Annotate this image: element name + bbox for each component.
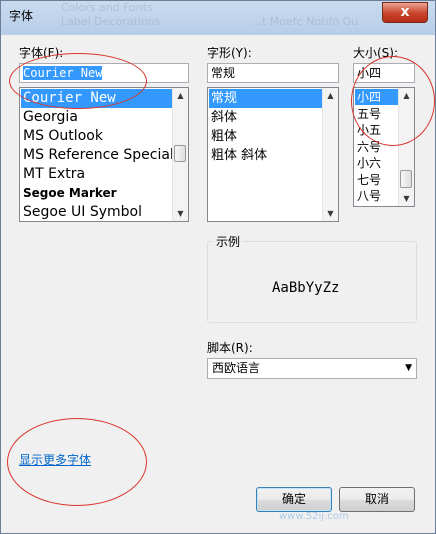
size-list-scrollbar[interactable]: ▲ ▼ (398, 88, 414, 206)
scroll-down-icon[interactable]: ▼ (399, 191, 414, 206)
style-list-item[interactable]: 粗体 斜体 (209, 146, 322, 165)
font-list-scrollbar[interactable]: ▲ ▼ (172, 88, 188, 221)
cancel-button[interactable]: 取消 (339, 487, 415, 512)
chevron-down-icon: ▼ (405, 363, 412, 373)
size-list-item[interactable]: 七号 (355, 172, 398, 188)
ok-button[interactable]: 确定 (256, 487, 332, 512)
script-label: 脚本(R): (207, 341, 253, 355)
style-input-value: 常规 (211, 66, 236, 80)
scroll-up-icon[interactable]: ▲ (173, 88, 188, 103)
font-list-item[interactable]: MS Outlook (21, 127, 172, 146)
size-list-item[interactable]: 小六 (355, 155, 398, 171)
sample-preview-text: AaBbYyZz (272, 280, 340, 296)
font-list-item[interactable]: Segoe UI Symbol (21, 203, 172, 221)
font-label: 字体(F): (19, 46, 64, 60)
style-list-item[interactable]: 斜体 (209, 108, 322, 127)
style-list-item[interactable]: 常规 (209, 89, 322, 108)
window-title: 字体 (9, 9, 34, 23)
style-label: 字形(Y): (207, 46, 252, 60)
font-input[interactable]: Courier New (19, 63, 189, 83)
font-list-item[interactable]: Courier New (21, 89, 172, 108)
font-list-item[interactable]: Segoe Marker (21, 184, 172, 203)
font-list-item[interactable]: MS Reference Specialt (21, 146, 172, 165)
scroll-down-icon[interactable]: ▼ (323, 206, 338, 221)
size-list-item[interactable]: 五号 (355, 106, 398, 122)
size-input[interactable]: 小四 (353, 63, 415, 83)
show-more-fonts-link[interactable]: 显示更多字体 (19, 451, 91, 468)
size-input-value: 小四 (357, 66, 382, 80)
font-list-item[interactable]: MT Extra (21, 165, 172, 184)
dialog-body: 字体(F): Courier New Courier New Georgia MS … (9, 35, 427, 525)
size-list-item[interactable]: 小五 (355, 122, 398, 138)
sample-label: 示例 (214, 233, 243, 250)
watermark: www.52ij.com (279, 511, 349, 522)
size-list-item[interactable]: 六号 (355, 139, 398, 155)
size-label: 大小(S): (353, 46, 399, 60)
font-dialog: Colors and Fonts Label Decorations …t Mo… (0, 0, 436, 534)
font-input-value: Courier New (23, 66, 103, 80)
scroll-down-icon[interactable]: ▼ (173, 206, 188, 221)
title-bar: Colors and Fonts Label Decorations …t Mo… (1, 1, 435, 31)
scroll-thumb[interactable] (174, 145, 186, 162)
font-list-item[interactable]: Georgia (21, 108, 172, 127)
font-list[interactable]: Courier New Georgia MS Outlook MS Reference… (19, 87, 189, 222)
style-list[interactable]: 常规 斜体 粗体 粗体 斜体 ▲ ▼ (207, 87, 339, 222)
script-select-value: 西欧语言 (212, 361, 261, 375)
close-icon: x (400, 4, 410, 20)
size-list[interactable]: 小四 五号 小五 六号 小六 七号 八号 ▲ ▼ (353, 87, 415, 207)
size-list-item[interactable]: 八号 (355, 188, 398, 204)
close-button[interactable]: x (382, 2, 428, 23)
style-list-item[interactable]: 粗体 (209, 127, 322, 146)
script-select[interactable]: 西欧语言 ▼ (207, 358, 417, 379)
scroll-up-icon[interactable]: ▲ (323, 88, 338, 103)
scroll-up-icon[interactable]: ▲ (399, 88, 414, 103)
style-list-scrollbar[interactable]: ▲ ▼ (322, 88, 338, 221)
scroll-thumb[interactable] (400, 170, 412, 188)
style-input[interactable]: 常规 (207, 63, 339, 83)
size-list-item[interactable]: 小四 (355, 89, 398, 105)
